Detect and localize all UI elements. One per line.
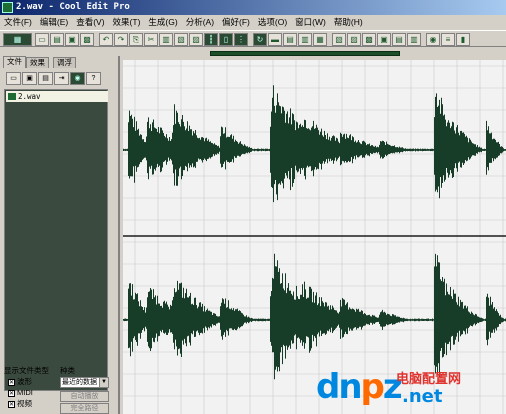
mix-paste-icon[interactable]: ▤ [38, 72, 53, 85]
tab-favorites[interactable]: 调浮 [53, 57, 76, 68]
cue-list-icon[interactable]: ▧ [332, 33, 346, 46]
menu-file[interactable]: 文件(F) [0, 15, 36, 30]
view-waveform-icon[interactable]: ▬ [268, 33, 282, 46]
eq-icon[interactable]: ≡ [441, 33, 455, 46]
window-title: 2.wav - Cool Edit Pro [16, 2, 130, 12]
save-all-icon[interactable]: ▩ [80, 33, 94, 46]
paste-mix-icon[interactable]: ▧ [174, 33, 188, 46]
filter-label: 显示文件类型 [4, 366, 49, 375]
menu-edit[interactable]: 编辑(E) [36, 15, 72, 30]
full-path-button[interactable]: 完全路径 [60, 403, 109, 414]
select-entire-icon[interactable]: ▯ [219, 33, 233, 46]
filter-video-checkbox[interactable]: ✕ [8, 401, 15, 408]
menu-view[interactable]: 查看(V) [72, 15, 108, 30]
undo-icon[interactable]: ↶ [99, 33, 113, 46]
file-item[interactable]: 2.wav [6, 91, 108, 102]
watermark: dnpz 电脑配置网 .net [312, 362, 506, 414]
chevron-down-icon: ▼ [99, 378, 108, 387]
play-icon[interactable]: ◉ [70, 72, 85, 85]
tab-files[interactable]: 文件 [3, 56, 26, 68]
wave-file-icon [8, 93, 16, 100]
split-icon[interactable]: ┇ [204, 33, 218, 46]
filter-video-label: 视频 [17, 399, 32, 408]
open-icon[interactable]: ▭ [35, 33, 49, 46]
view-phase-icon[interactable]: ▦ [313, 33, 327, 46]
filter-waveform-label: 波形 [17, 377, 32, 386]
filter-waveform-checkbox[interactable]: ✕ [8, 379, 15, 386]
app-icon [2, 2, 13, 13]
menu-analyze[interactable]: 分析(A) [182, 15, 218, 30]
menu-effects[interactable]: 效果(T) [109, 15, 145, 30]
loop-icon[interactable]: ↻ [253, 33, 267, 46]
open-file-icon[interactable]: ▭ [6, 72, 21, 85]
settings-icon[interactable]: ▤ [392, 33, 406, 46]
close-file-icon[interactable]: ▣ [22, 72, 37, 85]
menu-help[interactable]: 帮助(H) [330, 15, 367, 30]
fx-icon[interactable]: ▥ [407, 33, 421, 46]
insert-icon[interactable]: ⇥ [54, 72, 69, 85]
watermark-cn: 电脑配置网 [396, 371, 462, 386]
waveform-display[interactable] [123, 60, 506, 414]
menu-favorites[interactable]: 偏好(F) [218, 15, 254, 30]
info-icon[interactable]: ▩ [362, 33, 376, 46]
view-spectral-icon[interactable]: ▤ [283, 33, 297, 46]
autoplay-button[interactable]: 自动播放 [60, 391, 109, 402]
multitrack-toggle-icon[interactable]: ▦ [3, 33, 32, 46]
snap-icon[interactable]: ⋮ [234, 33, 248, 46]
sort-label: 种类 [60, 366, 75, 375]
visible-range-indicator[interactable] [210, 51, 400, 56]
watermark-domain: .net [402, 386, 443, 407]
cd-icon[interactable]: ◉ [426, 33, 440, 46]
view-spectral-pan-icon[interactable]: ▥ [298, 33, 312, 46]
track-properties-icon[interactable]: ▣ [377, 33, 391, 46]
paste-icon[interactable]: ▥ [159, 33, 173, 46]
save-icon[interactable]: ▣ [65, 33, 79, 46]
file-name: 2.wav [18, 92, 41, 101]
cut-icon[interactable]: ✂ [144, 33, 158, 46]
waveform-canvas[interactable] [123, 60, 506, 414]
filter-midi-label: MIDI [17, 388, 33, 397]
meter-icon[interactable]: ▮ [456, 33, 470, 46]
toolbar: ▦ ▭ ▤ ▣ ▩ ↶ ↷ ⎘ ✂ ▥ ▧ ▨ ┇ ▯ ⋮ ↻ ▬ ▤ ▥ ▦ ▧ ▨ ▩ ▣ ▤ ▥ ◉ ≡ ▮ [0, 30, 506, 47]
trim-icon[interactable]: ▨ [189, 33, 203, 46]
tab-effects[interactable]: 效果 [26, 57, 49, 68]
redo-icon[interactable]: ↷ [114, 33, 128, 46]
menu-options[interactable]: 选项(O) [254, 15, 291, 30]
sort-select[interactable]: 最近的数据 ▼ [60, 377, 109, 388]
window-titlebar: 2.wav - Cool Edit Pro [0, 0, 506, 15]
playlist-icon[interactable]: ▨ [347, 33, 361, 46]
organizer-panel: 文件 效果 调浮 ▭ ▣ ▤ ⇥ ◉ ? 2.wav 显示文件类型 种类 ✕ 波… [0, 56, 120, 414]
watermark-logo: dnpz [316, 367, 403, 407]
menu-generate[interactable]: 生成(G) [144, 15, 181, 30]
file-list: 2.wav [4, 89, 108, 391]
menu-bar: 文件(F) 编辑(E) 查看(V) 效果(T) 生成(G) 分析(A) 偏好(F) 选项(O)… [0, 15, 506, 30]
menu-window[interactable]: 窗口(W) [291, 15, 330, 30]
filter-midi-checkbox[interactable]: ✕ [8, 390, 15, 397]
help-icon[interactable]: ? [86, 72, 101, 85]
copy-icon[interactable]: ⎘ [129, 33, 143, 46]
open-append-icon[interactable]: ▤ [50, 33, 64, 46]
sort-value: 最近的数据 [62, 379, 97, 386]
overview-range-bar[interactable] [125, 47, 506, 60]
